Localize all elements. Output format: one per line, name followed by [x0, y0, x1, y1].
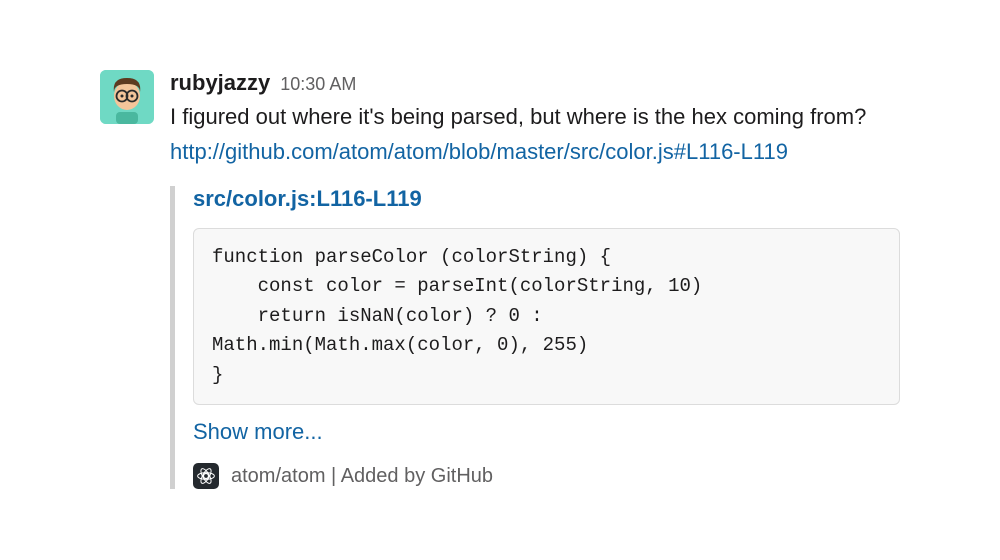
avatar[interactable] [100, 70, 154, 124]
message-container: rubyjazzy 10:30 AM I figured out where i… [0, 0, 1000, 489]
github-icon [193, 463, 219, 489]
github-link[interactable]: http://github.com/atom/atom/blob/master/… [170, 139, 788, 164]
message-header: rubyjazzy 10:30 AM [170, 70, 900, 96]
code-block: function parseColor (colorString) { cons… [193, 228, 900, 405]
username[interactable]: rubyjazzy [170, 70, 270, 96]
attachment-title[interactable]: src/color.js:L116-L119 [193, 186, 900, 212]
timestamp[interactable]: 10:30 AM [280, 74, 356, 95]
avatar-illustration [100, 70, 154, 124]
attachment-footer: atom/atom | Added by GitHub [193, 463, 900, 489]
attachment: src/color.js:L116-L119 function parseCol… [170, 186, 900, 489]
attachment-footer-text: atom/atom | Added by GitHub [231, 465, 493, 488]
message-text: I figured out where it's being parsed, b… [170, 100, 900, 133]
message-link: http://github.com/atom/atom/blob/master/… [170, 135, 900, 168]
message-content: rubyjazzy 10:30 AM I figured out where i… [170, 70, 900, 489]
show-more-button[interactable]: Show more... [193, 419, 900, 445]
